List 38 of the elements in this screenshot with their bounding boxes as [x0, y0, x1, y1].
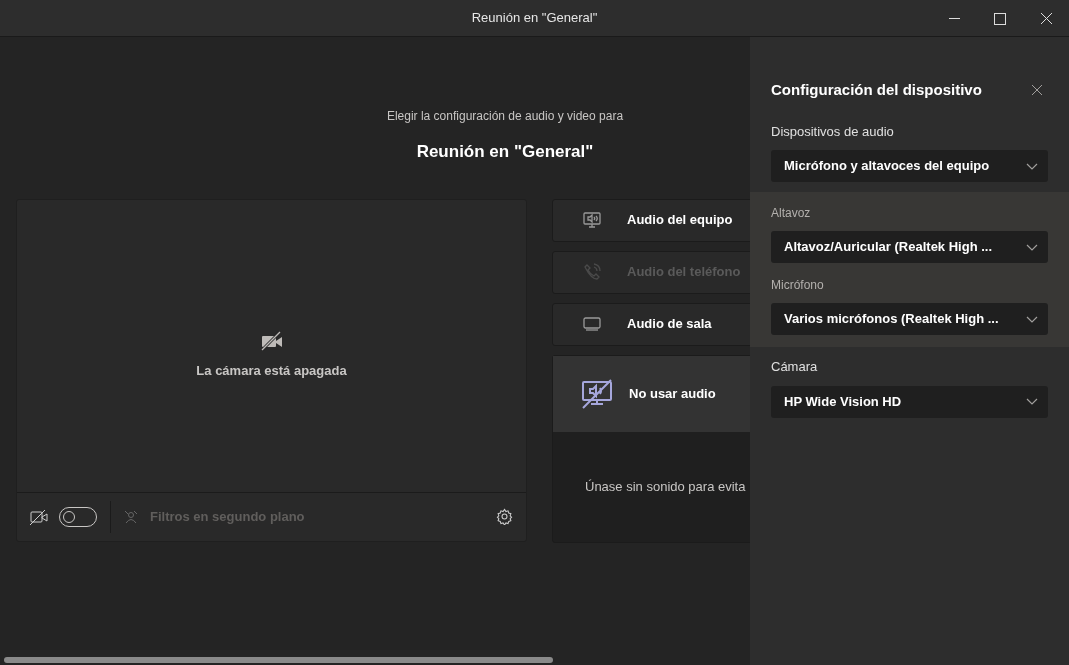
camera-off-icon — [260, 330, 283, 351]
camera-off-icon — [30, 508, 48, 525]
audio-option-label: Audio del equipo — [627, 211, 733, 230]
audio-option-label: No usar audio — [629, 384, 716, 403]
device-dropdown[interactable]: Varios micrófonos (Realtek High ... — [771, 303, 1048, 335]
field-label: Micrófono — [771, 277, 825, 294]
camera-status: La cámara está apagada — [196, 361, 347, 380]
background-effect-icon — [124, 509, 138, 524]
muted-monitor-icon — [581, 377, 613, 410]
field-label: Altavoz — [771, 205, 812, 222]
chevron-down-icon — [1026, 398, 1038, 405]
chevron-down-icon — [1026, 243, 1038, 251]
minimize-icon — [948, 18, 960, 19]
field-label: Dispositivos de audio — [771, 122, 895, 141]
close-icon — [1040, 13, 1052, 24]
field-label: Cámara — [771, 358, 819, 376]
audio-option-description: Únase sin sonido para evita — [585, 477, 746, 496]
close-button[interactable] — [1031, 84, 1043, 97]
subtitle: Elegir la configuración de audio y video para — [386, 108, 624, 125]
chevron-down-icon — [1026, 315, 1038, 323]
audio-option[interactable]: Audio de sala — [552, 302, 750, 346]
audio-option-label: Audio de sala — [627, 315, 712, 334]
maximize-icon — [994, 12, 1006, 25]
settings-icon[interactable] — [496, 508, 513, 525]
panel-title: Configuración del dispositivo — [771, 80, 983, 100]
monitor-speaker-icon — [583, 211, 601, 229]
phone-icon — [583, 263, 601, 281]
chevron-down-icon — [1026, 162, 1038, 170]
device-dropdown[interactable]: HP Wide Vision HD — [771, 385, 1048, 418]
audio-option[interactable]: Audio del equipo — [552, 198, 750, 242]
close-icon — [1031, 84, 1043, 97]
device-dropdown[interactable]: Altavoz/Auricular (Realtek High ... — [771, 231, 1048, 263]
window-title: Reunión en "General" — [471, 9, 598, 28]
scrollbar-thumb[interactable] — [4, 657, 553, 663]
monitor-icon — [583, 317, 601, 331]
audio-option[interactable]: No usar audio Únase sin sonido para evita — [552, 354, 750, 543]
device-dropdown[interactable]: Micrófono y altavoces del equipo — [771, 150, 1048, 182]
meeting-title: Reunión en "General" — [416, 141, 594, 163]
